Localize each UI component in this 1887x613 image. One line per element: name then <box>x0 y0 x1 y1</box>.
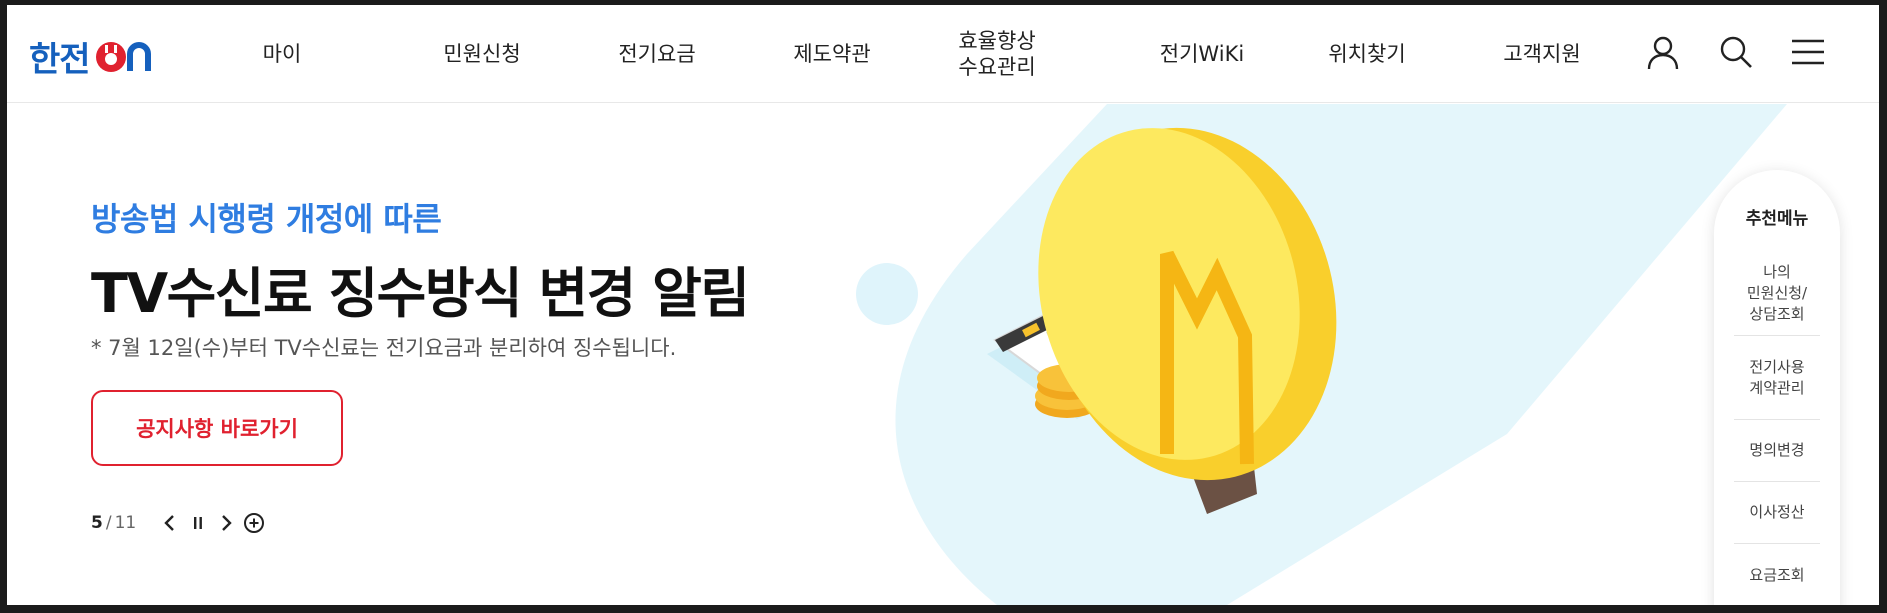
nav-electricity-rates[interactable]: 전기요금 <box>597 5 717 103</box>
slide-pager: 5 / 11 <box>91 509 268 537</box>
site-header: 한전 마이 민원신청 전기요금 제도약관 효율향상 수요관리 전기WiKi 위치… <box>7 5 1879 103</box>
hero-subtitle: 방송법 시행령 개정에 따른 <box>91 200 442 238</box>
prev-slide-button[interactable] <box>156 509 184 537</box>
menu-icon[interactable] <box>1789 33 1827 71</box>
nav-wiki[interactable]: 전기WiKi <box>1137 5 1267 103</box>
side-item-my-applications[interactable]: 나의 민원신청/ 상담조회 <box>1734 252 1820 336</box>
recommended-menu: 추천메뉴 나의 민원신청/ 상담조회 전기사용 계약관리 명의변경 이사정산 요… <box>1714 170 1840 605</box>
nav-support[interactable]: 고객지원 <box>1482 5 1602 103</box>
nav-policies[interactable]: 제도약관 <box>772 5 892 103</box>
nav-civil-application[interactable]: 민원신청 <box>422 5 542 103</box>
lightbulb-illustration: $ <box>856 104 1787 605</box>
search-icon[interactable] <box>1717 33 1755 71</box>
logo-text: 한전 <box>29 40 91 80</box>
nav-location[interactable]: 위치찾기 <box>1307 5 1427 103</box>
slide-total: 11 <box>114 513 137 533</box>
nav-my[interactable]: 마이 <box>237 5 327 103</box>
more-slides-button[interactable] <box>240 509 268 537</box>
side-item-move-settlement[interactable]: 이사정산 <box>1734 482 1820 544</box>
pause-icon <box>194 517 203 529</box>
hero-banner: $ 방송법 시행령 개정에 따른 TV수신료 징수방식 변경 알림 * 7월 1… <box>7 104 1879 605</box>
logo-on-mark <box>95 41 151 72</box>
nav-efficiency[interactable]: 효율향상 수요관리 <box>937 5 1057 103</box>
chevron-left-icon <box>164 515 175 531</box>
side-item-name-change[interactable]: 명의변경 <box>1734 420 1820 482</box>
recommended-menu-title: 추천메뉴 <box>1745 209 1809 229</box>
pause-slide-button[interactable] <box>184 509 212 537</box>
plus-circle-icon <box>244 513 265 533</box>
slide-separator: / <box>105 513 112 533</box>
chevron-right-icon <box>222 515 232 531</box>
user-icon[interactable] <box>1644 33 1682 71</box>
side-item-bill-inquiry[interactable]: 요금조회 <box>1734 544 1820 605</box>
logo[interactable]: 한전 <box>29 32 156 81</box>
hero-title: TV수신료 징수방식 변경 알림 <box>91 262 750 325</box>
hero-description: * 7월 12일(수)부터 TV수신료는 전기요금과 분리하여 징수됩니다. <box>91 336 677 360</box>
slide-current: 5 <box>91 513 103 533</box>
side-item-contract-management[interactable]: 전기사용 계약관리 <box>1734 336 1820 420</box>
notice-link-button[interactable]: 공지사항 바로가기 <box>91 390 343 466</box>
next-slide-button[interactable] <box>212 509 240 537</box>
page-frame: 한전 마이 민원신청 전기요금 제도약관 효율향상 수요관리 전기WiKi 위치… <box>7 5 1879 605</box>
